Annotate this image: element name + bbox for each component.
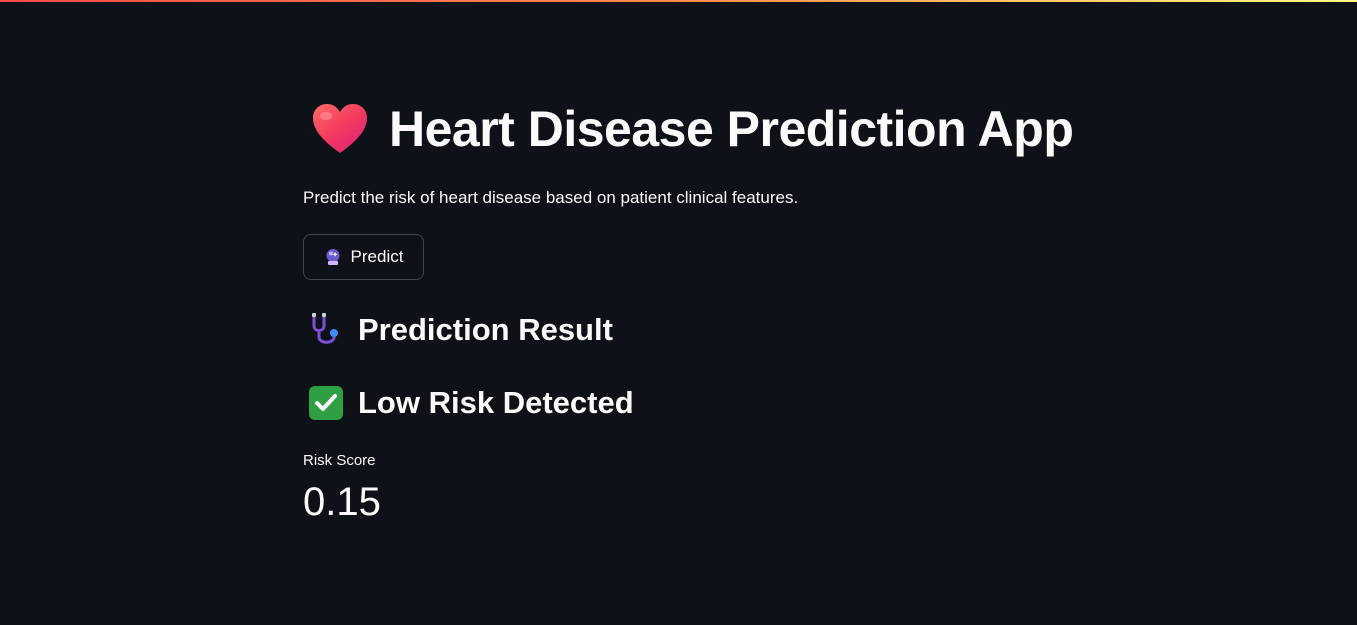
heart-icon [311, 103, 369, 155]
prediction-result-heading-row: Prediction Result [308, 312, 613, 348]
prediction-result-heading: Prediction Result [358, 312, 613, 347]
page-title: Heart Disease Prediction App [389, 101, 1074, 157]
risk-score-value: 0.15 [303, 480, 381, 524]
risk-status-text: Low Risk Detected [358, 385, 634, 420]
predict-button[interactable]: Predict [303, 234, 424, 280]
stethoscope-icon [308, 312, 344, 348]
risk-status-row: Low Risk Detected [308, 385, 634, 421]
page-subtitle: Predict the risk of heart disease based … [303, 188, 799, 207]
page-title-row: Heart Disease Prediction App [311, 100, 1074, 158]
top-decoration-bar [0, 0, 1357, 2]
predict-button-label: Predict [350, 247, 404, 266]
crystal-ball-icon [324, 248, 342, 266]
risk-score-label: Risk Score [303, 452, 376, 469]
check-mark-icon [308, 385, 344, 421]
